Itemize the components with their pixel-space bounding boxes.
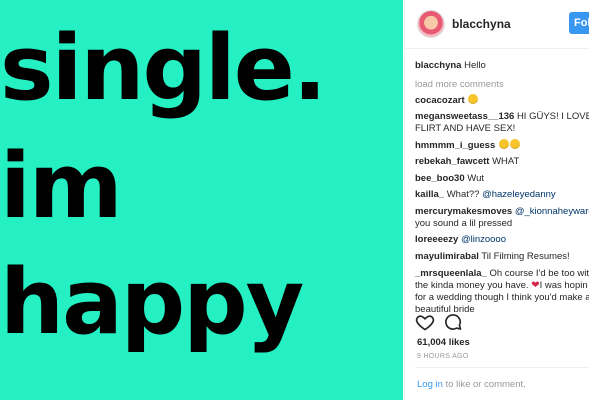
avatar[interactable] xyxy=(417,10,445,38)
post-header: blacchyna Follow xyxy=(405,0,589,49)
comment-username[interactable]: megansweetass__136 xyxy=(415,111,514,122)
comment-text-cont: I was hopin xyxy=(539,280,588,291)
post-sidebar: blacchyna Follow blacchyna Hello load mo… xyxy=(404,0,589,400)
comment-username[interactable]: _mrsqueenlala_ xyxy=(415,268,487,279)
caption-username[interactable]: blacchyna xyxy=(415,60,461,71)
comment-mention[interactable]: @hazeleyedanny xyxy=(482,189,556,200)
comment-username[interactable]: mercurymakesmoves xyxy=(415,206,512,217)
comment-username[interactable]: mayulimirabal xyxy=(415,251,479,262)
comment-username[interactable]: rebekah_fawcett xyxy=(415,156,489,167)
post-text-line-2: im xyxy=(0,134,123,239)
comment-mention[interactable]: @linzoooo xyxy=(461,234,506,245)
comment-bubble-icon[interactable] xyxy=(443,312,463,332)
comment-item: cocacozart xyxy=(415,94,479,107)
comment-item: _mrsqueenlala_ Oh course I'd be too with… xyxy=(415,268,589,316)
comment-item: loreeeezy @linzoooo xyxy=(415,234,506,246)
comment-item: mercurymakesmoves @_kionnaheyward you so… xyxy=(415,206,589,230)
comment-username[interactable]: cocacozart xyxy=(415,95,465,106)
comment-text-cont: the kinda money you have. xyxy=(415,280,532,291)
comment-text-cont: you sound a lil pressed xyxy=(415,218,513,229)
comment-text-cont: FLIRT AND HAVE SEX! xyxy=(415,123,516,134)
comment-item: rebekah_fawcett WHAT xyxy=(415,156,519,168)
post-timestamp: 9 HOURS AGO xyxy=(417,353,469,360)
heart-icon[interactable] xyxy=(415,312,435,332)
comment-mention[interactable]: @_kionnaheyward xyxy=(515,206,589,217)
comment-item: mayulimirabal Til Filming Resumes! xyxy=(415,251,570,263)
smile-emoji-icon xyxy=(468,94,479,104)
comment-text: Oh course I'd be too with xyxy=(489,268,589,279)
post-text-line-3: happy xyxy=(0,250,304,355)
comment-text: Wut xyxy=(467,173,484,184)
comment-item: hmmmm_i_guess xyxy=(415,139,520,152)
comment-text: What?? xyxy=(446,189,483,200)
comment-item: bee_boo30 Wut xyxy=(415,173,484,185)
caption: blacchyna Hello xyxy=(415,60,486,72)
action-bar xyxy=(415,312,475,332)
comment-username[interactable]: loreeeezy xyxy=(415,234,458,245)
comment-username[interactable]: kailla_ xyxy=(415,189,444,200)
comment-item: kailla_ What?? @hazeleyedanny xyxy=(415,189,556,201)
comment-username[interactable]: bee_boo30 xyxy=(415,173,465,184)
comment-text-cont: for a wedding though I think you'd make … xyxy=(415,292,589,303)
post-text-line-1: single. xyxy=(0,16,327,121)
caption-text: Hello xyxy=(464,60,486,71)
post-image: single. im happy xyxy=(0,0,403,400)
load-more-comments[interactable]: load more comments xyxy=(415,79,504,91)
header-username[interactable]: blacchyna xyxy=(452,17,511,31)
comment-text: WHAT xyxy=(492,156,520,167)
login-prompt-text: to like or comment. xyxy=(442,379,526,390)
likes-count[interactable]: 61,004 likes xyxy=(417,337,470,348)
comment-text: Til Filming Resumes! xyxy=(481,251,570,262)
login-prompt: Log in to like or comment. xyxy=(417,379,526,390)
login-link[interactable]: Log in xyxy=(417,379,443,390)
heart-emoji-icon: ❤ xyxy=(531,280,540,291)
load-more-label[interactable]: load more comments xyxy=(415,79,504,90)
follow-button[interactable]: Follow xyxy=(569,12,589,34)
comment-text: HI GÜYS! I LOVE TO xyxy=(516,111,589,122)
comment-username[interactable]: hmmmm_i_guess xyxy=(415,140,495,151)
face-emoji-icon xyxy=(498,139,509,149)
face-emoji-icon xyxy=(509,139,520,149)
divider xyxy=(415,367,589,368)
comment-item: megansweetass__136 HI GÜYS! I LOVE TO FL… xyxy=(415,111,589,135)
